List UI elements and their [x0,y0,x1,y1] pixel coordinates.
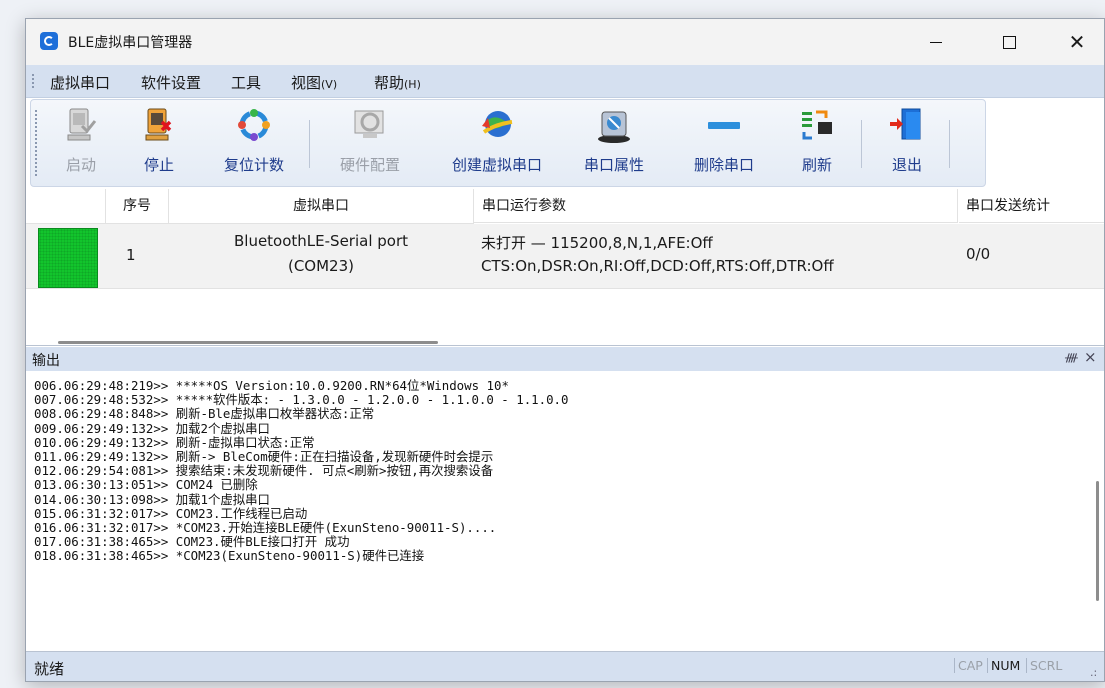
log-line: 018.06:31:38:465>> *COM23(ExunSteno-9001… [34,548,425,564]
toolbar: 启动 停止 复位计数 硬件配置 创建虚拟串口 串口属性 删除串口 刷新 退出 [30,99,986,187]
start-button[interactable]: 启动 [51,106,111,180]
menu-tools[interactable]: 工具 [231,72,261,93]
status-bar: 就绪 CAP NUM SCRL .: [26,651,1104,681]
status-text: 就绪 [34,660,65,678]
caps-lock-indicator: CAP [954,658,986,673]
log-line: 014.06:30:13:098>> 加载1个虚拟串口 [34,491,270,507]
log-line: 006.06:29:48:219>> *****OS Version:10.0.… [34,378,509,393]
port-table: 序号 虚拟串口 串口运行参数 串口发送统计 1 BluetoothLE-Seri… [26,189,1104,346]
row-params-line2: CTS:On,DSR:On,RI:Off,DCD:Off,RTS:Off,DTR… [481,257,834,275]
panel-close-icon[interactable]: × [1084,348,1097,366]
create-virtual-port-button[interactable]: 创建虚拟串口 [433,106,561,180]
vertical-scrollbar[interactable] [1096,481,1099,601]
toolbar-separator [949,120,950,168]
menu-bar: 虚拟串口 软件设置 工具 视图(V) 帮助(H) [26,65,1104,98]
port-properties-icon [595,106,633,144]
refresh-arrows-icon [798,106,836,144]
row-index: 1 [126,246,136,264]
column-header-port[interactable]: 虚拟串口 [169,189,474,224]
toolbar-separator [309,120,310,168]
row-params-line1: 未打开 — 115200,8,N,1,AFE:Off [481,234,713,252]
row-port-name: BluetoothLE-Serial port [233,232,409,250]
column-header-index[interactable]: 序号 [106,189,169,224]
reset-cycle-icon [235,106,273,144]
window-title: BLE虚拟串口管理器 [68,35,193,51]
column-header-params[interactable]: 串口运行参数 [474,189,958,223]
num-lock-indicator: NUM [987,658,1023,673]
log-line: 009.06:29:49:132>> 加载2个虚拟串口 [34,420,270,436]
port-properties-button[interactable]: 串口属性 [579,106,649,180]
app-window: BLE虚拟串口管理器 ✕ 虚拟串口 软件设置 工具 视图(V) 帮助(H) 启动… [25,18,1105,682]
hardware-config-icon [351,106,389,144]
row-stats: 0/0 [966,245,991,263]
row-port-com: (COM23) [287,257,354,275]
table-row[interactable]: 1 BluetoothLE-Serial port (COM23) 未打开 — … [26,224,1104,289]
exit-button[interactable]: 退出 [877,106,937,180]
close-icon: ✕ [1068,30,1086,54]
title-bar: BLE虚拟串口管理器 ✕ [26,19,1104,65]
maximize-button[interactable] [986,19,1032,65]
scroll-lock-indicator: SCRL [1026,658,1065,673]
menu-grip-icon[interactable] [32,74,36,88]
resize-grip-icon[interactable]: .: [1090,666,1097,679]
delete-port-button[interactable]: 删除串口 [683,106,765,180]
menu-help[interactable]: 帮助(H) [374,72,421,93]
menu-view[interactable]: 视图(V) [291,72,337,93]
reset-count-button[interactable]: 复位计数 [209,106,299,180]
minimize-button[interactable] [913,19,959,65]
log-line: 017.06:31:38:465>> COM23.硬件BLE接口打开 成功 [34,534,350,550]
app-logo-icon [40,32,58,50]
refresh-button[interactable]: 刷新 [787,106,847,180]
port-status-indicator [38,228,98,288]
close-button[interactable]: ✕ [1054,19,1100,65]
toolbar-grip-icon[interactable] [35,110,39,176]
hardware-config-button[interactable]: 硬件配置 [325,106,415,180]
output-panel-header: 输出 ᚎ × [26,347,1104,371]
minimize-icon [930,41,942,43]
create-globe-icon [478,106,516,144]
log-line: 016.06:31:32:017>> *COM23.开始连接BLE硬件(Exun… [34,520,497,536]
log-line: 013.06:30:13:051>> COM24 已删除 [34,477,258,493]
stop-button[interactable]: 停止 [129,106,189,180]
output-title: 输出 [32,353,60,369]
output-log: 006.06:29:48:219>> *****OS Version:10.0.… [34,378,569,564]
computer-start-icon [62,106,100,144]
maximize-icon [1002,35,1016,49]
log-line: 015.06:31:32:017>> COM23.工作线程已启动 [34,505,308,521]
log-line: 012.06:29:54:081>> 搜索结束:未发现新硬件. 可点<刷新>按钮… [34,463,494,479]
exit-door-icon [888,106,926,144]
minus-delete-icon [705,106,743,144]
pin-icon[interactable]: ᚎ [1065,351,1078,364]
column-header-status[interactable] [26,189,106,224]
log-line: 008.06:29:48:848>> 刷新-Ble虚拟串口枚举器状态:正常 [34,406,375,422]
log-line: 010.06:29:49:132>> 刷新-虚拟串口状态:正常 [34,434,315,450]
log-line: 007.06:29:48:532>> *****软件版本: - 1.3.0.0 … [34,392,569,408]
output-log-area[interactable]: 006.06:29:48:219>> *****OS Version:10.0.… [26,371,1104,643]
toolbar-separator [861,120,862,168]
computer-stop-icon [140,106,178,144]
horizontal-scrollbar[interactable] [58,341,438,344]
menu-virtual-port[interactable]: 虚拟串口 [50,72,110,93]
column-header-stats[interactable]: 串口发送统计 [959,189,1104,223]
menu-software-settings[interactable]: 软件设置 [141,72,201,93]
log-line: 011.06:29:49:132>> 刷新-> BleCom硬件:正在扫描设备,… [34,449,494,465]
